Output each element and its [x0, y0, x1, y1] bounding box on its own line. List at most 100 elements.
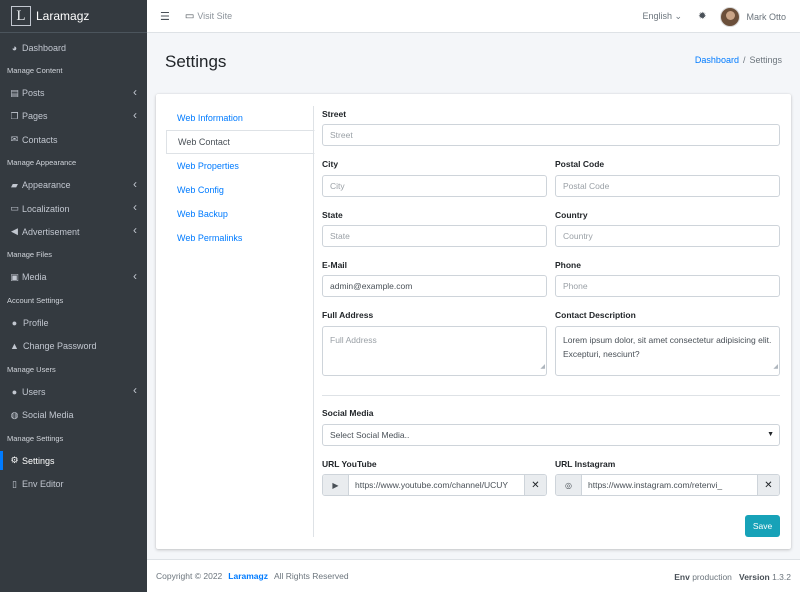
social-media-selected: Select Social Media..	[330, 430, 410, 440]
country-input[interactable]: Country	[555, 225, 780, 247]
footer: Copyright © 2022 Laramagz All Rights Res…	[147, 559, 800, 592]
social-media-select[interactable]: Select Social Media.. ▼	[322, 424, 780, 446]
street-input[interactable]: Street	[322, 124, 780, 146]
sidebar: L Laramagz ◕ Dashboard Manage Content ▤ Post…	[0, 0, 147, 592]
email-field[interactable]: admin@example.com	[322, 275, 547, 297]
desktop-icon: ▭	[184, 10, 195, 22]
users-icon: ●	[11, 386, 18, 397]
state-label: State	[322, 210, 343, 220]
paint-roller-icon: ▰	[11, 179, 18, 190]
tab-web-config[interactable]: Web Config	[166, 178, 314, 202]
full-address-placeholder: Full Address	[330, 335, 377, 345]
instagram-url-group: ◎ https://www.instagram.com/retenvi_ ✕	[555, 474, 780, 496]
sidebar-item-social-media[interactable]: ◍ Social Media	[0, 404, 147, 427]
sidebar-item-posts[interactable]: ▤ Posts ‹	[0, 82, 147, 105]
chevron-left-icon: ‹	[133, 107, 137, 122]
sidebar-nav: ◕ Dashboard Manage Content ▤ Posts ‹ ❐ Pages ‹ ✉ C…	[0, 33, 147, 496]
save-button[interactable]: Save	[745, 515, 780, 537]
tab-web-information[interactable]: Web Information	[166, 106, 314, 130]
resize-handle-icon[interactable]: ◢	[773, 360, 778, 374]
tab-web-permalinks[interactable]: Web Permalinks	[166, 226, 314, 250]
tab-web-contact[interactable]: Web Contact	[166, 130, 315, 154]
photo-icon: ▣	[10, 271, 19, 282]
instagram-url-input[interactable]: https://www.instagram.com/retenvi_	[582, 475, 757, 495]
clear-youtube-button[interactable]: ✕	[524, 475, 546, 495]
sidebar-item-label: Dashboard	[22, 42, 67, 53]
tab-web-backup[interactable]: Web Backup	[166, 202, 314, 226]
cogs-icon: ⚙	[10, 455, 19, 466]
sidebar-item-env-editor[interactable]: ▯ Env Editor	[0, 472, 147, 495]
chevron-left-icon: ‹	[133, 268, 137, 283]
dashboard-icon: ◕	[11, 42, 18, 53]
nav-header: Manage Files	[7, 250, 53, 260]
language-label: English	[642, 11, 673, 21]
chevron-down-icon: ⌄	[674, 11, 683, 21]
language-dropdown[interactable]: English ⌄	[643, 11, 683, 22]
nav-header: Manage Content	[7, 65, 63, 75]
avatar[interactable]	[720, 6, 741, 27]
sidebar-item-label: Contacts	[22, 134, 58, 145]
sidebar-item-label: Appearance	[22, 180, 71, 191]
user-name[interactable]: Mark Otto	[746, 12, 786, 22]
social-media-label: Social Media	[322, 408, 374, 418]
brand[interactable]: L Laramagz	[0, 0, 147, 33]
page-title: Settings	[165, 52, 227, 71]
rights-text: All Rights Reserved	[273, 571, 349, 581]
pages-icon: ❐	[10, 110, 19, 121]
nav-header: Manage Appearance	[7, 158, 77, 167]
chevron-left-icon: ‹	[133, 383, 137, 398]
contact-description-textarea[interactable]: Lorem ipsum dolor, sit amet consectetur …	[555, 326, 780, 376]
clear-instagram-button[interactable]: ✕	[757, 475, 779, 495]
tab-web-properties[interactable]: Web Properties	[166, 154, 314, 178]
breadcrumb-home[interactable]: Dashboard	[695, 55, 739, 65]
version-value: 1.3.2	[772, 571, 791, 582]
youtube-url-input[interactable]: https://www.youtube.com/channel/UCUY	[349, 475, 524, 495]
sidebar-item-profile[interactable]: ● Profile	[0, 312, 147, 335]
brand-name: Laramagz	[36, 9, 90, 23]
sidebar-item-media[interactable]: ▣ Media ‹	[0, 266, 147, 289]
language-icon: ▭	[10, 203, 19, 214]
sidebar-item-appearance[interactable]: ▰ Appearance ‹	[0, 174, 147, 197]
sidebar-item-contacts[interactable]: ✉ Contacts	[0, 128, 147, 151]
state-input[interactable]: State	[322, 225, 547, 247]
resize-handle-icon[interactable]: ◢	[540, 360, 545, 374]
street-label: Street	[322, 109, 347, 119]
full-address-label: Full Address	[322, 310, 374, 320]
sidebar-item-label: Advertisement	[22, 226, 80, 237]
settings-icon[interactable]: ✹	[698, 11, 706, 22]
sidebar-item-advertisement[interactable]: ◀ Advertisement ‹	[0, 220, 147, 243]
visit-site-link[interactable]: ▭ Visit Site	[185, 11, 232, 22]
sidebar-item-users[interactable]: ● Users ‹	[0, 380, 147, 403]
breadcrumb-separator: /	[742, 55, 746, 65]
visit-site-label: Visit Site	[197, 11, 233, 21]
brand-logo: L	[11, 6, 31, 26]
sidebar-item-settings[interactable]: ⚙ Settings	[0, 449, 147, 472]
file-icon: ▯	[12, 478, 17, 489]
sidebar-item-dashboard[interactable]: ◕ Dashboard	[0, 36, 147, 59]
sidebar-item-label: Settings	[22, 455, 55, 466]
menu-toggle-icon[interactable]: ☰	[160, 10, 170, 23]
footer-brand-link[interactable]: Laramagz	[228, 571, 268, 581]
sidebar-item-pages[interactable]: ❐ Pages ‹	[0, 105, 147, 128]
phone-input[interactable]: Phone	[555, 275, 780, 297]
form-divider	[322, 395, 780, 396]
sidebar-item-label: Change Password	[23, 341, 97, 352]
postal-code-input[interactable]: Postal Code	[555, 175, 780, 197]
settings-card: Web Information Web Contact Web Properties…	[156, 94, 791, 549]
globe-icon: ◍	[10, 409, 19, 420]
sidebar-item-localization[interactable]: ▭ Localization ‹	[0, 197, 147, 220]
full-address-textarea[interactable]: Full Address ◢	[322, 326, 547, 376]
breadcrumb-current: Settings	[749, 55, 782, 65]
nav-header: Account Settings	[7, 295, 64, 305]
sidebar-item-label: Localization	[22, 203, 70, 214]
sidebar-item-change-password[interactable]: ▲ Change Password	[0, 335, 147, 358]
postal-code-label: Postal Code	[555, 159, 605, 169]
envelope-icon: ✉	[10, 134, 19, 145]
chevron-left-icon: ‹	[133, 176, 137, 191]
breadcrumb: Dashboard / Settings	[695, 55, 782, 65]
lock-icon: ▲	[10, 341, 19, 352]
contact-description-label: Contact Description	[555, 310, 636, 320]
nav-header: Manage Settings	[7, 433, 64, 443]
city-input[interactable]: City	[322, 175, 547, 197]
tabs-divider	[313, 106, 314, 537]
